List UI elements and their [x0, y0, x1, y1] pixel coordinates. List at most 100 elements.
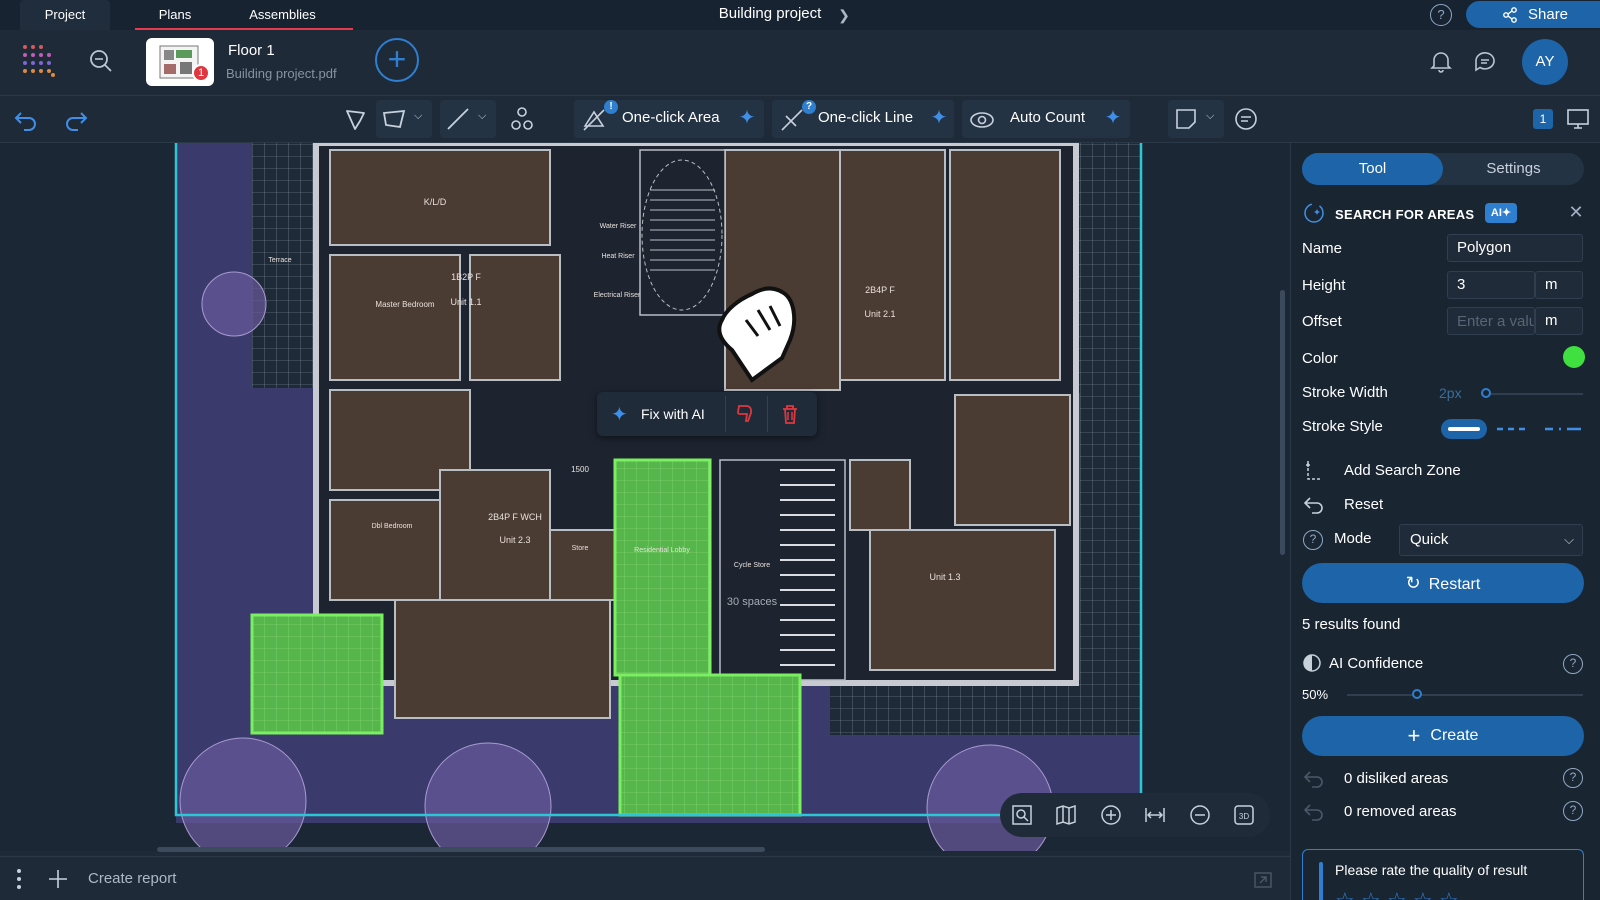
redo-icon[interactable]	[62, 105, 90, 133]
screen-icon[interactable]	[1564, 105, 1592, 133]
count-tool-icon[interactable]	[508, 105, 536, 133]
removed-areas-label: 0 removed areas	[1344, 803, 1457, 820]
mode-select[interactable]: Quick ⌵	[1399, 524, 1583, 556]
polygon-tool-group[interactable]: ⌵	[376, 100, 432, 138]
fit-width-icon[interactable]	[1143, 803, 1167, 827]
zoom-out-icon[interactable]	[1188, 803, 1212, 827]
undo-icon[interactable]	[12, 105, 40, 133]
height-unit[interactable]: m	[1535, 271, 1583, 299]
close-icon[interactable]: ✕	[1567, 203, 1585, 221]
name-field[interactable]: Polygon	[1447, 234, 1583, 262]
ai-search-icon	[1304, 203, 1324, 223]
tab-project[interactable]: Project	[20, 0, 110, 30]
user-avatar[interactable]: AY	[1522, 39, 1568, 85]
one-click-area-button[interactable]: ! One-click Area ✦	[574, 100, 764, 138]
divider	[767, 396, 768, 432]
star-icon[interactable]: ☆	[1439, 888, 1459, 900]
tab-tool[interactable]: Tool	[1302, 153, 1443, 185]
confidence-help-icon[interactable]: ?	[1563, 654, 1583, 674]
layers-count-badge[interactable]: 1	[1533, 109, 1553, 129]
add-plan-button[interactable]: +	[375, 38, 419, 82]
help-icon[interactable]: ?	[1430, 4, 1452, 26]
room-label: 2B4P F	[865, 285, 895, 295]
mode-help-icon[interactable]: ?	[1303, 530, 1323, 550]
share-button[interactable]: Share	[1466, 1, 1600, 28]
removed-help-icon[interactable]: ?	[1563, 801, 1583, 821]
comment-tool-icon[interactable]	[1232, 105, 1260, 133]
tab-plans[interactable]: Plans	[135, 0, 215, 30]
map-icon[interactable]	[1054, 803, 1078, 827]
mode-label: Mode	[1334, 530, 1372, 547]
3d-view-icon[interactable]: 3D	[1232, 803, 1256, 827]
sparkle-icon: ✦	[738, 107, 756, 129]
share-label: Share	[1528, 6, 1569, 23]
zoom-to-fit-icon[interactable]	[1010, 803, 1034, 827]
vertical-scrollbar[interactable]	[1280, 290, 1285, 555]
horizontal-scrollbar[interactable]	[157, 847, 765, 852]
line-tool-group[interactable]: ⌵	[440, 100, 496, 138]
tab-settings[interactable]: Settings	[1443, 153, 1584, 185]
search-plan-icon[interactable]	[88, 48, 114, 74]
polygon-icon	[382, 109, 406, 129]
height-field[interactable]: 3	[1447, 271, 1535, 299]
plan-canvas[interactable]: K/L/D 1B2P F Unit 1.1 Master Bedroom 2B4…	[0, 143, 1290, 851]
rating-accent	[1319, 862, 1323, 900]
disliked-areas-label: 0 disliked areas	[1344, 770, 1449, 787]
plan-name[interactable]: Floor 1	[228, 42, 275, 59]
plus-icon: +	[1407, 723, 1421, 748]
comments-icon[interactable]	[1472, 48, 1498, 74]
stroke-style-dash-dot[interactable]	[1543, 423, 1583, 435]
star-icon[interactable]: ☆	[1413, 888, 1433, 900]
zoom-in-icon[interactable]	[1099, 803, 1123, 827]
star-icon[interactable]: ☆	[1335, 888, 1355, 900]
auto-count-button[interactable]: Auto Count ✦	[962, 100, 1130, 138]
stroke-width-label: Stroke Width	[1302, 384, 1388, 401]
star-icon[interactable]: ☆	[1387, 888, 1407, 900]
create-button[interactable]: + Create	[1302, 716, 1584, 756]
star-icon[interactable]: ☆	[1361, 888, 1381, 900]
room-label: Residential Lobby	[634, 547, 690, 554]
one-click-line-button[interactable]: ? One-click Line ✦	[772, 100, 954, 138]
confidence-icon	[1303, 654, 1321, 672]
stroke-style-dashed[interactable]	[1495, 423, 1531, 435]
floor-plan-drawing[interactable]: K/L/D 1B2P F Unit 1.1 Master Bedroom 2B4…	[0, 143, 1290, 851]
one-click-line-label: One-click Line	[818, 109, 914, 126]
tab-assemblies[interactable]: Assemblies	[215, 0, 350, 30]
fix-with-ai-button[interactable]: Fix with AI	[641, 406, 705, 422]
sparkle-icon: ✦	[611, 404, 628, 426]
stroke-width-value: 2px	[1439, 385, 1462, 401]
disliked-help-icon[interactable]: ?	[1563, 768, 1583, 788]
ai-confidence-value: 50%	[1302, 687, 1329, 702]
note-tool-group[interactable]: ⌵	[1168, 100, 1224, 138]
document-title[interactable]: Building project	[680, 0, 860, 28]
freeform-area-icon[interactable]	[342, 105, 370, 133]
stroke-width-handle[interactable]	[1481, 388, 1491, 398]
restart-button[interactable]: ↻ Restart	[1302, 563, 1584, 603]
share-icon	[1503, 7, 1517, 23]
add-zone-icon	[1306, 461, 1322, 480]
stroke-width-slider[interactable]	[1481, 393, 1583, 395]
room-label: Unit 1.1	[450, 297, 481, 307]
stroke-style-solid[interactable]	[1441, 419, 1487, 439]
more-options-icon[interactable]	[14, 867, 24, 891]
app-menu-icon[interactable]	[22, 44, 56, 78]
ai-confidence-slider[interactable]	[1347, 694, 1583, 696]
room-label: Water Riser	[600, 223, 637, 230]
bell-icon[interactable]	[1428, 48, 1454, 74]
room-label: 30 spaces	[727, 596, 778, 608]
collapse-panel-icon[interactable]	[1252, 869, 1274, 891]
color-swatch[interactable]	[1563, 346, 1585, 368]
stroke-style-label: Stroke Style	[1302, 418, 1383, 435]
undo-icon	[1303, 771, 1323, 788]
sparkle-icon: ✦	[930, 107, 948, 129]
thumbs-down-icon[interactable]	[735, 403, 757, 425]
room-label: Store	[572, 545, 589, 552]
dimension-label: 1500	[571, 465, 589, 474]
offset-field[interactable]	[1447, 307, 1535, 335]
offset-unit[interactable]: m	[1535, 307, 1583, 335]
chevron-right-icon[interactable]: ❯	[835, 6, 853, 24]
section-title: SEARCH FOR AREAS	[1335, 207, 1475, 222]
trash-icon[interactable]	[779, 403, 801, 425]
ai-confidence-handle[interactable]	[1412, 689, 1422, 699]
view-controls: 3D	[1000, 793, 1270, 837]
